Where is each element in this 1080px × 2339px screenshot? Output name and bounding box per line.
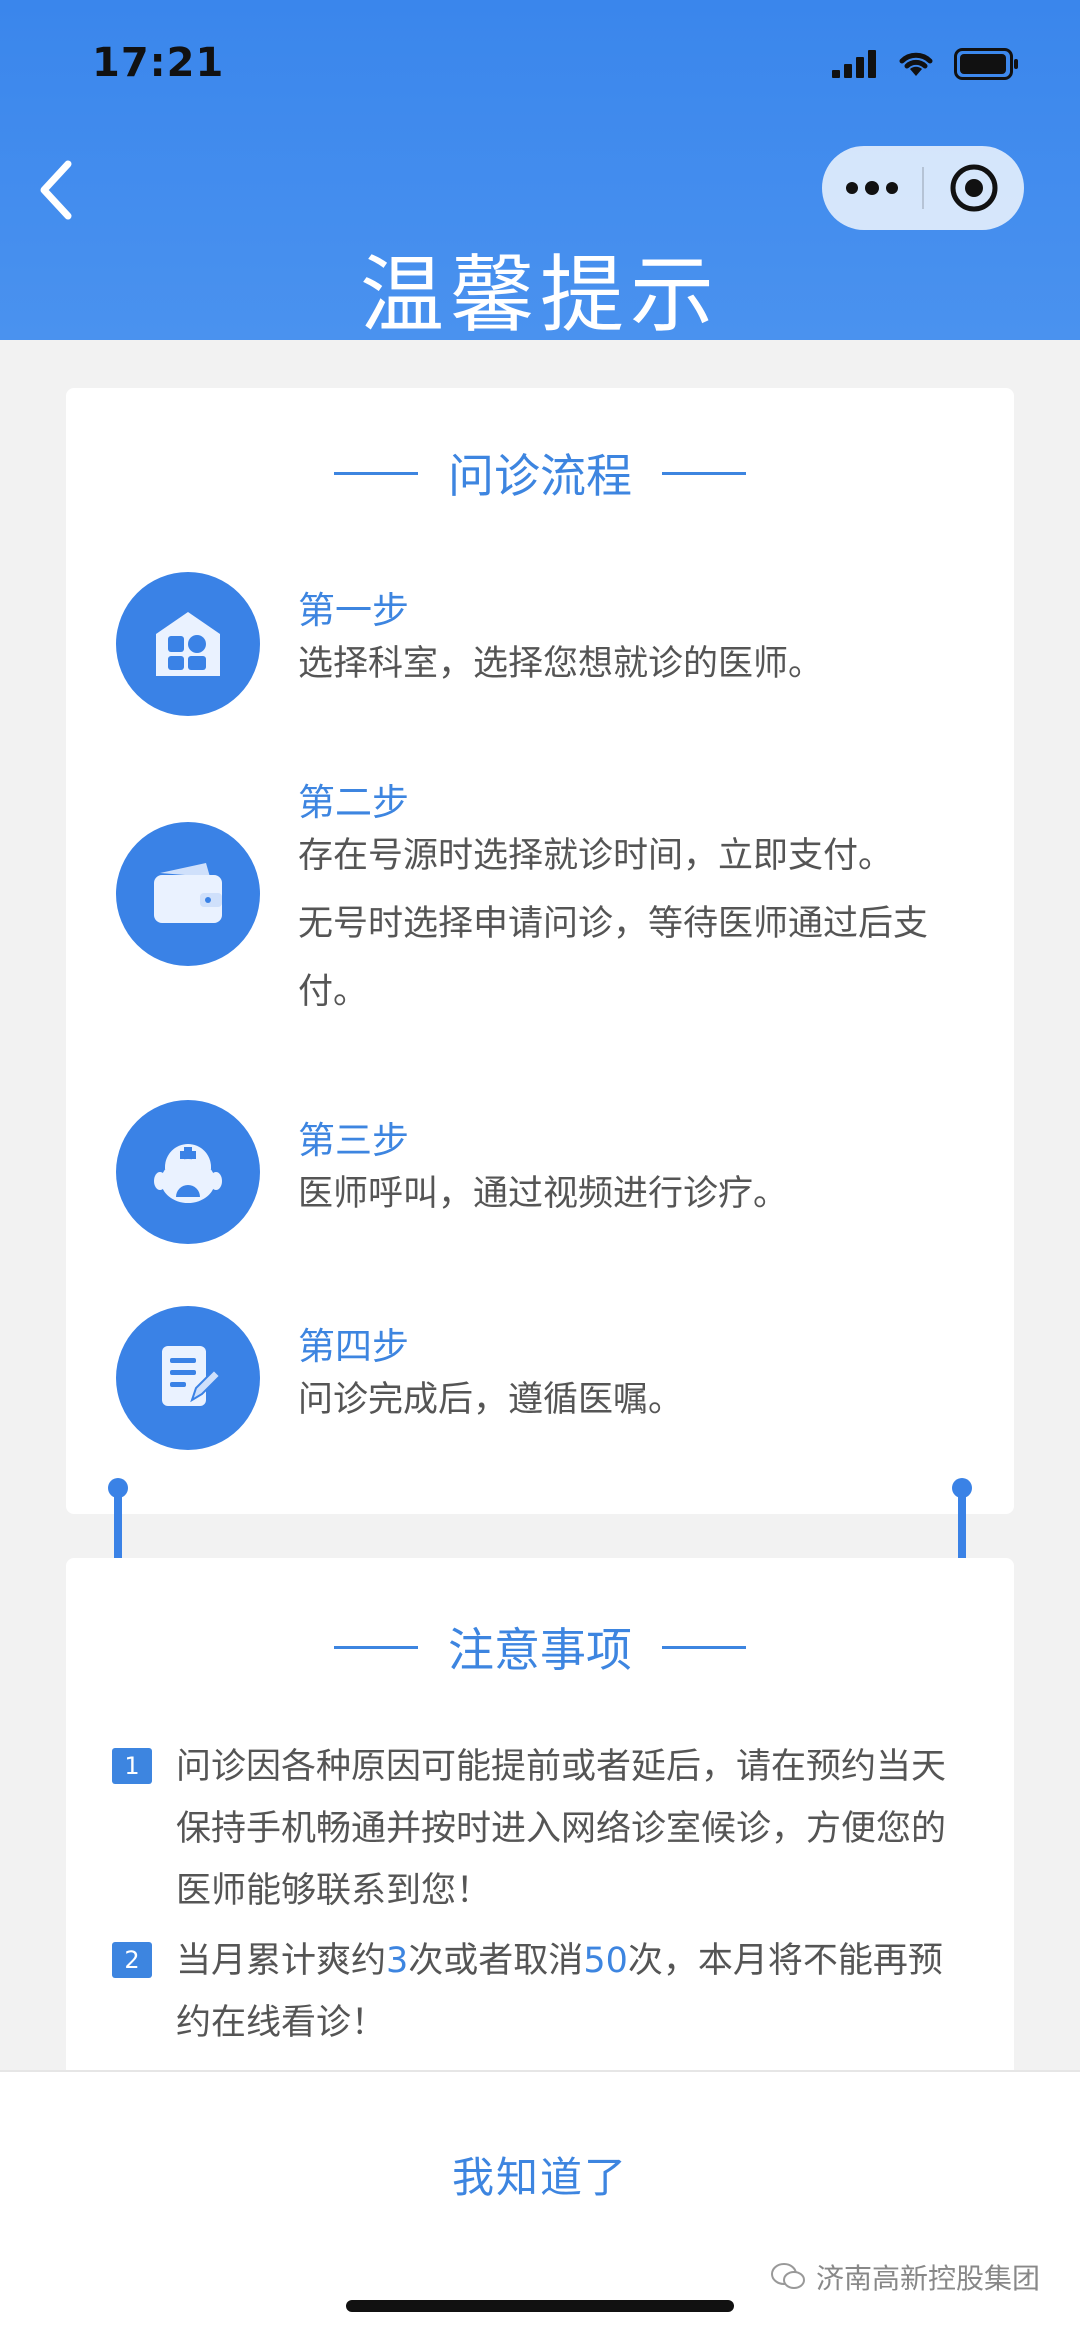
- step-2-line-1: 存在号源时选择就诊时间，立即支付。: [298, 836, 894, 876]
- doctor-icon: [154, 1144, 222, 1203]
- heading-line-right: [662, 1645, 746, 1649]
- step-3-icon-circle: [116, 1100, 260, 1244]
- process-card: 问诊流程 第一步 选择科室，选择您想就诊的医师。 第二步 存在号源时选择就诊时间…: [66, 388, 1014, 1514]
- chevron-left-icon: [40, 160, 72, 220]
- department-building-icon: [156, 612, 220, 676]
- notice-heading-text: 注意事项: [448, 1623, 632, 1677]
- notice-item-1: 1 问诊因各种原因可能提前或者延后，请在预约当天 保持手机畅通并按时进入网络诊室…: [112, 1736, 982, 1926]
- back-button[interactable]: [28, 150, 88, 230]
- notice-text-2: 当月累计爽约3次或者取消50次，本月将不能再预 约在线看诊！: [176, 1930, 996, 2054]
- wallet-icon: [154, 863, 222, 923]
- step-1-label: 第一步: [298, 589, 409, 632]
- cellular-signal-icon: [832, 50, 876, 78]
- notice-card: 注意事项 1 问诊因各种原因可能提前或者延后，请在预约当天 保持手机畅通并按时进…: [66, 1558, 1014, 2078]
- watermark: 济南高新控股集团: [770, 2257, 1040, 2297]
- step-3-label: 第三步: [298, 1119, 409, 1162]
- close-mini-program-button[interactable]: [924, 146, 1024, 230]
- status-icons: [832, 48, 1020, 80]
- step-1: 第一步 选择科室，选择您想就诊的医师。: [116, 572, 976, 732]
- heading-line-left: [334, 471, 418, 475]
- more-button[interactable]: [822, 146, 922, 230]
- connector-right-top-dot: [952, 1478, 972, 1498]
- heading-line-right: [662, 471, 746, 475]
- process-heading-text: 问诊流程: [448, 449, 632, 503]
- step-4-line-1: 问诊完成后，遵循医嘱。: [298, 1380, 684, 1420]
- watermark-text: 济南高新控股集团: [815, 2262, 1040, 2295]
- step-3-line-1: 医师呼叫，通过视频进行诊疗。: [298, 1174, 789, 1214]
- step-4-label: 第四步: [298, 1325, 409, 1368]
- heading-line-left: [334, 1645, 418, 1649]
- notice-text-1: 问诊因各种原因可能提前或者延后，请在预约当天 保持手机畅通并按时进入网络诊室候诊…: [176, 1736, 996, 1922]
- notice-2-no-show-count: 3: [386, 1941, 409, 1981]
- notice-1-line-2: 保持手机畅通并按时进入网络诊室候诊，方便您的: [176, 1809, 947, 1849]
- target-circle-icon: [950, 164, 998, 212]
- more-dots-icon: [846, 181, 898, 195]
- step-2-line-2: 无号时选择申请问诊，等待医师通过后支: [298, 904, 929, 944]
- bottom-action-bar: 我知道了 济南高新控股集团: [0, 2070, 1080, 2339]
- step-2-line-3: 付。: [298, 972, 369, 1012]
- notice-2-text-c: 次，本月将不能再预: [627, 1941, 943, 1981]
- step-2-icon-circle: [116, 822, 260, 966]
- step-4-icon-circle: [116, 1306, 260, 1450]
- step-2-desc: 存在号源时选择就诊时间，立即支付。 无号时选择申请问诊，等待医师通过后支 付。: [298, 822, 958, 1026]
- got-it-button[interactable]: 我知道了: [340, 2124, 740, 2224]
- notice-2-line-1: 当月累计爽约3次或者取消50次，本月将不能再预: [176, 1930, 996, 1992]
- notice-2-line-2: 约在线看诊！: [176, 2003, 387, 2043]
- connector-left-top-dot: [108, 1478, 128, 1498]
- step-3-desc: 医师呼叫，通过视频进行诊疗。: [298, 1160, 958, 1228]
- notice-number-1: 1: [112, 1748, 152, 1784]
- battery-icon: [954, 48, 1018, 80]
- step-3: 第三步 医师呼叫，通过视频进行诊疗。: [116, 1100, 976, 1260]
- header-bar: 17:21 温馨提示: [0, 0, 1080, 344]
- mini-program-capsule: [822, 146, 1024, 230]
- page-title: 温馨提示: [359, 246, 720, 344]
- notice-heading: 注意事项: [66, 1614, 1014, 1680]
- status-time: 17:21: [92, 40, 225, 86]
- home-indicator: [346, 2300, 734, 2312]
- step-2: 第二步 存在号源时选择就诊时间，立即支付。 无号时选择申请问诊，等待医师通过后支…: [116, 772, 976, 1042]
- step-1-line-1: 选择科室，选择您想就诊的医师。: [298, 644, 824, 684]
- notice-number-2: 2: [112, 1942, 152, 1978]
- step-4-desc: 问诊完成后，遵循医嘱。: [298, 1366, 958, 1434]
- step-4: 第四步 问诊完成后，遵循医嘱。: [116, 1306, 976, 1466]
- document-edit-icon: [162, 1346, 222, 1406]
- wechat-official-account-icon: [770, 2263, 805, 2289]
- notice-1-line-3: 医师能够联系到您！: [176, 1871, 492, 1911]
- notice-2-text-a: 当月累计爽约: [176, 1941, 387, 1981]
- step-2-label: 第二步: [298, 781, 409, 824]
- wifi-icon: [899, 52, 933, 76]
- process-heading: 问诊流程: [66, 440, 1014, 506]
- notice-2-text-b: 次或者取消: [408, 1941, 584, 1981]
- notice-item-2: 2 当月累计爽约3次或者取消50次，本月将不能再预 约在线看诊！: [112, 1930, 982, 2060]
- step-1-desc: 选择科室，选择您想就诊的医师。: [298, 630, 958, 698]
- step-1-icon-circle: [116, 572, 260, 716]
- notice-2-cancel-count: 50: [583, 1941, 628, 1981]
- notice-1-line-1: 问诊因各种原因可能提前或者延后，请在预约当天: [176, 1747, 947, 1787]
